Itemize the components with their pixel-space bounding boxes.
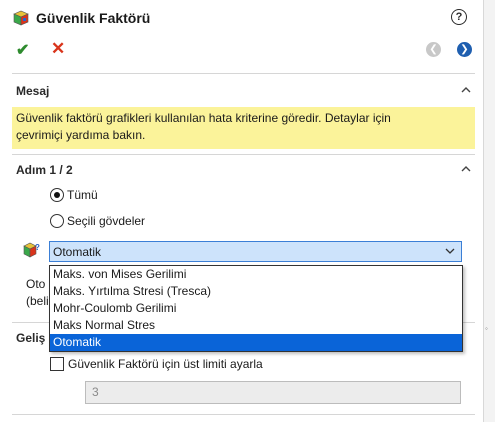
panel-title-row: Güvenlik Faktörü <box>12 8 150 28</box>
upper-limit-input[interactable]: 3 <box>85 381 461 404</box>
step-section-header[interactable]: Adım 1 / 2 <box>16 163 73 177</box>
failure-criterion-dropdown[interactable]: Maks. von Mises Gerilimi Maks. Yırtılma … <box>49 265 463 352</box>
svg-text:?: ? <box>35 243 40 252</box>
radio-selected-bodies-label: Seçili gövdeler <box>67 214 146 228</box>
radio-all-row[interactable]: Tümü <box>50 188 98 202</box>
partial-label-line2: (beli <box>26 294 49 308</box>
upper-limit-label: Güvenlik Faktörü için üst limiti ayarla <box>68 357 263 371</box>
upper-limit-row[interactable]: Güvenlik Faktörü için üst limiti ayarla <box>50 357 263 371</box>
checkmark-icon: ✔ <box>16 42 30 59</box>
next-step-button[interactable]: ❯ <box>457 42 472 57</box>
radio-all[interactable] <box>50 188 64 202</box>
advanced-section-header[interactable]: Geliş <box>16 331 45 345</box>
panel-resize-strip[interactable] <box>483 0 495 422</box>
dropdown-option[interactable]: Maks. Yırtılma Stresi (Tresca) <box>50 283 462 300</box>
chevron-up-icon[interactable] <box>461 165 471 175</box>
partial-label-line1: Oto <box>26 277 46 291</box>
radio-all-label: Tümü <box>67 188 98 202</box>
chevron-up-icon[interactable] <box>461 86 471 96</box>
divider <box>12 414 475 415</box>
failure-criterion-icon: ? <box>23 242 40 258</box>
radio-selected-bodies[interactable] <box>50 214 64 228</box>
previous-step-button[interactable]: ❮ <box>426 42 441 57</box>
dropdown-option-selected[interactable]: Otomatik <box>50 334 462 351</box>
cancel-button[interactable]: ✕ <box>51 39 65 59</box>
help-glyph: ? <box>455 11 463 23</box>
radio-selected-bodies-row[interactable]: Seçili gövdeler <box>50 214 145 228</box>
divider <box>12 154 475 155</box>
failure-criterion-select[interactable]: Otomatik <box>49 241 462 262</box>
message-box: Güvenlik faktörü grafikleri kullanılan h… <box>12 107 475 149</box>
resize-handle-icon[interactable]: ◦ <box>485 325 491 333</box>
chevron-down-icon[interactable] <box>445 246 455 256</box>
arrow-left-icon: ❮ <box>429 44 438 55</box>
help-icon[interactable]: ? <box>451 9 467 25</box>
dropdown-option[interactable]: Maks Normal Stres <box>50 317 462 334</box>
upper-limit-checkbox[interactable] <box>50 357 64 371</box>
arrow-right-icon: ❯ <box>460 44 469 55</box>
dropdown-option[interactable]: Mohr-Coulomb Gerilimi <box>50 300 462 317</box>
divider <box>12 73 475 74</box>
failure-criterion-value: Otomatik <box>53 244 102 259</box>
page-title: Güvenlik Faktörü <box>36 10 151 26</box>
message-text-line2: çevrimiçi yardıma bakın. <box>16 128 146 142</box>
message-text-line1: Güvenlik faktörü grafikleri kullanılan h… <box>16 111 391 125</box>
message-section-header[interactable]: Mesaj <box>16 84 49 98</box>
safety-factor-icon <box>13 10 29 26</box>
safety-factor-panel: Güvenlik Faktörü ? ✔ ✕ ❮ ❯ Mesaj Güvenli… <box>0 0 483 422</box>
dropdown-option[interactable]: Maks. von Mises Gerilimi <box>50 266 462 283</box>
close-icon: ✕ <box>51 39 66 58</box>
ok-button[interactable]: ✔ <box>16 40 29 60</box>
